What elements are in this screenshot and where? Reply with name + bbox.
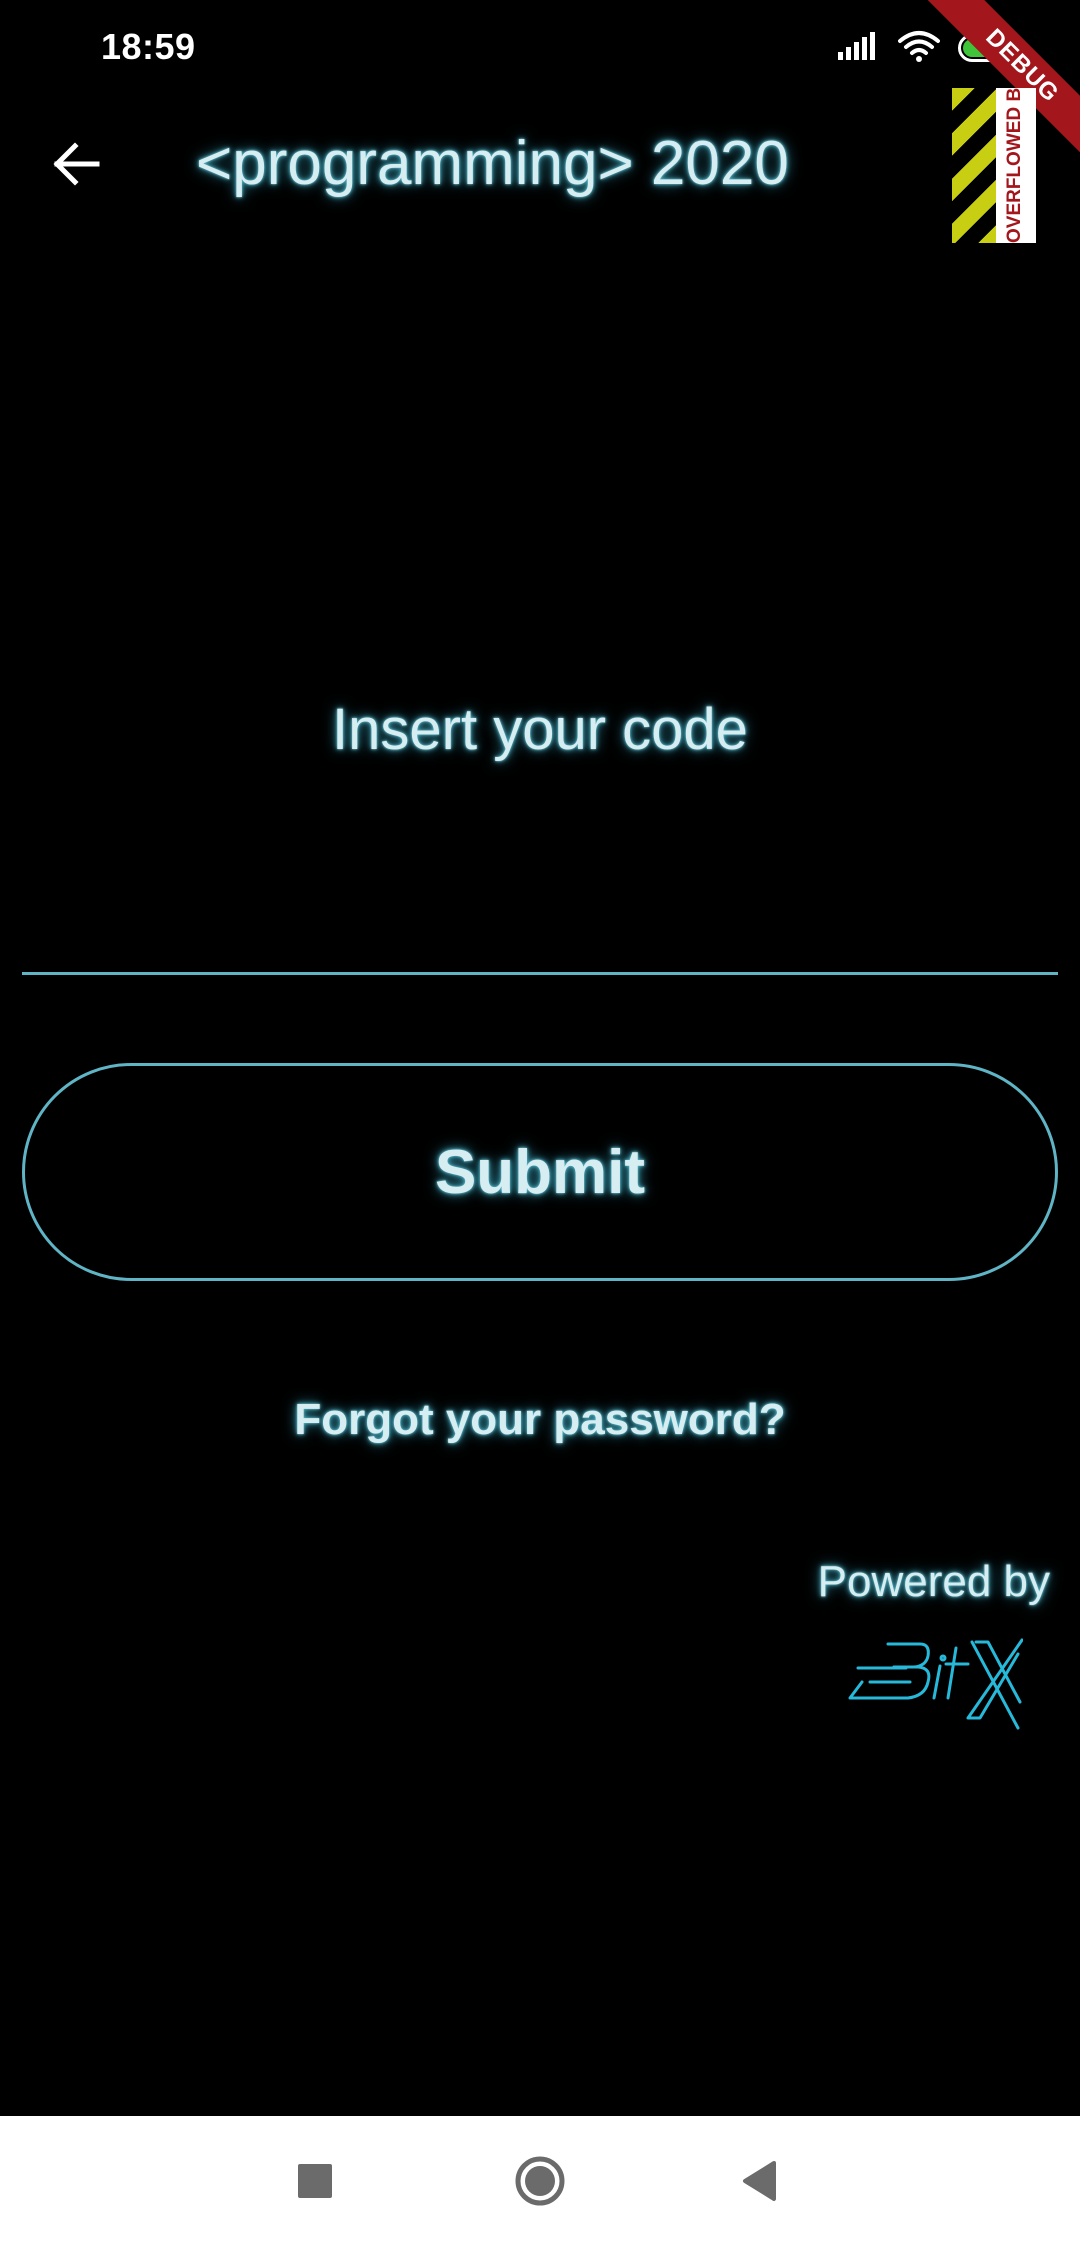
page-title: <programming> 2020 — [196, 129, 789, 198]
battery-level: 76 — [978, 36, 1000, 57]
code-prompt: Insert your code — [332, 697, 748, 762]
wifi-icon — [898, 30, 940, 67]
recents-button[interactable] — [255, 2116, 375, 2246]
status-icons: 76 — [838, 30, 1020, 66]
app-bar: <programming> 2020 — [0, 96, 1080, 236]
signal-icon — [838, 31, 880, 65]
status-time: 18:59 — [101, 26, 196, 67]
back-triangle-icon — [743, 2161, 776, 2201]
bitx-logo — [848, 1638, 1023, 1730]
recents-square-icon — [298, 2164, 332, 2198]
battery-icon: 76 — [958, 34, 1020, 62]
code-input[interactable] — [22, 875, 1058, 975]
home-circle-icon — [515, 2156, 565, 2206]
back-button[interactable] — [36, 130, 116, 198]
submit-button[interactable]: Submit — [22, 1063, 1058, 1281]
powered-by-label: Powered by — [817, 1557, 1050, 1606]
status-bar: 18:59 76 — [0, 0, 1080, 96]
nav-back-button[interactable] — [700, 2116, 820, 2246]
navigation-bar — [0, 2116, 1080, 2246]
home-button[interactable] — [480, 2116, 600, 2246]
forgot-password-link[interactable]: Forgot your password? — [0, 1390, 1080, 1450]
arrow-left-icon — [53, 142, 100, 186]
